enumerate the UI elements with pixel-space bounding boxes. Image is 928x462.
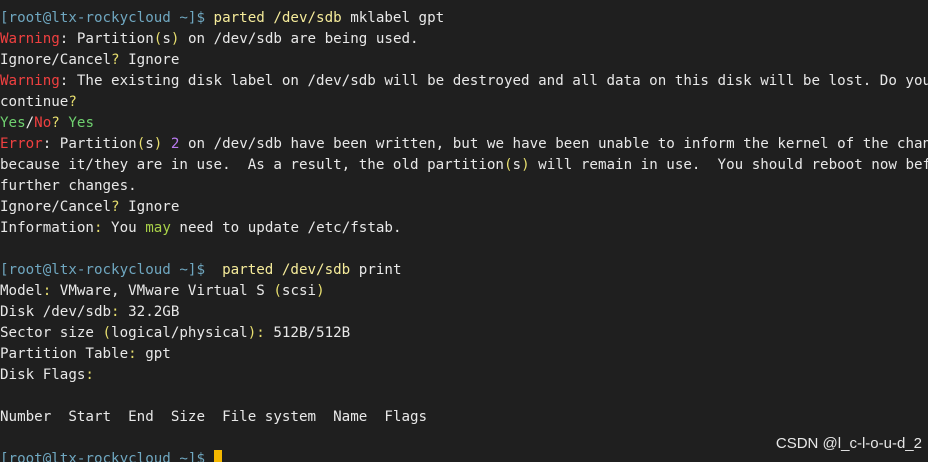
terminal-text: Disk /dev/sdb [0, 304, 112, 320]
terminal-text: scsi [281, 283, 317, 299]
terminal-text: Ignore [119, 52, 180, 68]
terminal-line: Warning: The existing disk label on /dev… [0, 71, 928, 92]
terminal-text: ? [68, 94, 77, 110]
terminal-text: / [25, 115, 35, 131]
terminal-text: gpt [136, 346, 171, 362]
terminal-line: Yes/No? Yes [0, 113, 94, 134]
terminal-text: parted [222, 262, 274, 278]
terminal-text: mklabel gpt [341, 10, 445, 26]
terminal-text: Yes [68, 115, 94, 131]
terminal-text: may [145, 220, 171, 236]
terminal-text: Warning [0, 73, 60, 89]
shell-prompt: [root@ltx-rockycloud ~]$ [0, 451, 205, 462]
terminal-text: Ignore/Cancel [0, 52, 112, 68]
terminal-text: logical/physical [111, 325, 248, 341]
terminal-line: because it/they are in use. As a result,… [0, 155, 928, 176]
terminal-text: : [85, 367, 94, 383]
terminal-text: VMware, VMware Virtual S [51, 283, 274, 299]
terminal-line: Information: You may need to update /etc… [0, 218, 401, 239]
terminal-window[interactable]: [root@ltx-rockycloud ~]$ parted /dev/sdb… [0, 0, 928, 462]
terminal-text: Number Start End Size File system Name F… [0, 409, 428, 425]
terminal-line: Partition Table: gpt [0, 344, 171, 365]
terminal-text: ( [273, 283, 282, 299]
terminal-text: 512B/512B [264, 325, 351, 341]
terminal-line: Disk /dev/sdb: 32.2GB [0, 302, 179, 323]
terminal-text: Partition Table [0, 346, 129, 362]
terminal-line: [root@ltx-rockycloud ~]$ parted /dev/sdb… [0, 8, 444, 29]
terminal-text: You [102, 220, 146, 236]
terminal-text: /dev/sdb [281, 262, 351, 278]
terminal-text: : Partition [59, 31, 154, 47]
terminal-text: ? [51, 115, 60, 131]
terminal-line: Ignore/Cancel? Ignore [0, 197, 179, 218]
terminal-text: : Partition [42, 136, 137, 152]
terminal-text: ( [102, 325, 112, 341]
terminal-text: parted /dev/sdb [213, 10, 342, 26]
terminal-text: Information [0, 220, 94, 236]
terminal-text: : [256, 325, 265, 341]
terminal-text: s [145, 136, 154, 152]
terminal-text: because it/they are in use. As a result,… [0, 157, 504, 173]
shell-prompt: [root@ltx-rockycloud ~]$ [0, 10, 205, 26]
terminal-text: Model [0, 283, 43, 299]
terminal-line: [root@ltx-rockycloud ~]$ parted /dev/sdb… [0, 260, 401, 281]
text-cursor [213, 450, 222, 462]
terminal-line: Error: Partition(s) 2 on /dev/sdb have b… [0, 134, 928, 155]
terminal-text: Disk Flags [0, 367, 86, 383]
csdn-watermark: CSDN @l_c-l-o-u-d_2 [775, 435, 922, 452]
terminal-text: further changes. [0, 178, 137, 194]
terminal-text: ( [503, 157, 513, 173]
terminal-text: on /dev/sdb have been written, but we ha… [187, 136, 928, 152]
terminal-text: need to update /etc/fstab. [170, 220, 402, 236]
terminal-text: Sector size [0, 325, 103, 341]
terminal-text: print [350, 262, 402, 278]
terminal-text: Ignore/Cancel [0, 199, 112, 215]
terminal-text: : [93, 220, 103, 236]
terminal-text: : [128, 346, 137, 362]
terminal-text: : [111, 304, 120, 320]
terminal-text: continue [0, 94, 69, 110]
terminal-text: : [42, 283, 52, 299]
terminal-text: s [512, 157, 522, 173]
terminal-text: Warning [0, 31, 60, 47]
terminal-text: Yes [0, 115, 26, 131]
terminal-text: No [34, 115, 52, 131]
terminal-text: will remain in use. You should reboot no… [538, 157, 928, 173]
terminal-text: ? [111, 199, 120, 215]
terminal-line: Ignore/Cancel? Ignore [0, 50, 179, 71]
terminal-text: Ignore [119, 199, 180, 215]
terminal-text: ) [316, 283, 325, 299]
terminal-text: Error [0, 136, 43, 152]
terminal-line: further changes. [0, 176, 137, 197]
terminal-text: 32.2GB [119, 304, 180, 320]
terminal-text: s [162, 31, 171, 47]
terminal-line: Disk Flags: [0, 365, 94, 386]
terminal-text: ) [247, 325, 257, 341]
terminal-line: [root@ltx-rockycloud ~]$ [0, 449, 222, 462]
terminal-line: continue? [0, 92, 77, 113]
shell-prompt: [root@ltx-rockycloud ~]$ [0, 262, 205, 278]
terminal-text: ? [111, 52, 120, 68]
terminal-text: : The existing disk label on /dev/sdb wi… [59, 73, 928, 89]
terminal-text: on /dev/sdb are being used. [179, 31, 419, 47]
terminal-text: ) [521, 157, 530, 173]
terminal-text: ( [136, 136, 146, 152]
terminal-line: Sector size (logical/physical): 512B/512… [0, 323, 350, 344]
terminal-line: Number Start End Size File system Name F… [0, 407, 427, 428]
terminal-line: Warning: Partition(s) on /dev/sdb are be… [0, 29, 419, 50]
terminal-line: Model: VMware, VMware Virtual S (scsi) [0, 281, 325, 302]
